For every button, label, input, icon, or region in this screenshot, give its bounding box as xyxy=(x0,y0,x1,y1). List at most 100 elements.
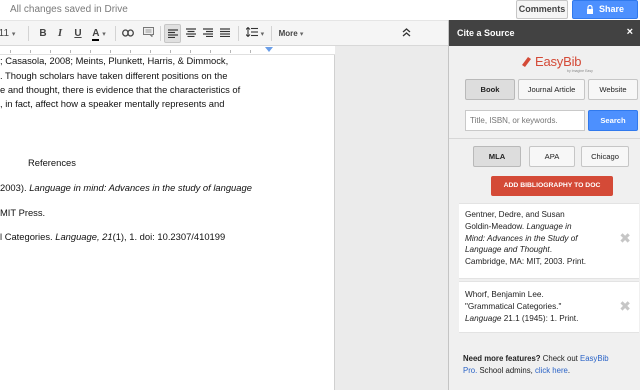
citation-details: 21.1 (1945): 1. Print. xyxy=(501,313,579,323)
citation-punct: . xyxy=(549,245,552,255)
document-page[interactable]: ; Casasola, 2008; Meints, Plunkett, Harr… xyxy=(0,55,335,390)
search-button[interactable]: Search xyxy=(588,110,638,131)
justify-button[interactable] xyxy=(216,24,233,43)
citation-item: Whorf, Benjamin Lee. "Grammatical Catego… xyxy=(459,281,639,333)
share-label: Share xyxy=(598,4,624,14)
ruler-tick xyxy=(210,50,211,53)
align-center-icon xyxy=(185,28,196,38)
more-label: More xyxy=(278,29,298,38)
citation-author: Goldin-Meadow. xyxy=(465,221,527,231)
ruler-tick xyxy=(10,50,11,53)
easybib-logo: EasyBib by Imagine Easy xyxy=(521,52,601,74)
citation-title: Language xyxy=(465,313,502,323)
ruler-tick xyxy=(90,50,91,53)
body-text-line: , in fact, affect how a speaker mentally… xyxy=(0,98,225,109)
panel-divider xyxy=(449,138,640,139)
citation-text: Whorf, Benjamin Lee. "Grammatical Catego… xyxy=(465,289,578,324)
panel-title: Cite a Source xyxy=(457,28,515,38)
references-heading: References xyxy=(28,157,76,168)
ruler-tick xyxy=(130,50,131,53)
citation-title: Language in xyxy=(526,221,572,231)
reference-title: Language in mind: Advances in the study … xyxy=(29,182,252,193)
source-tab-website[interactable]: Website xyxy=(588,79,638,100)
footer-text: Check out xyxy=(540,354,580,363)
citation-line: Gentner, Dedre, and Susan xyxy=(465,210,565,219)
footer-text: . xyxy=(567,366,571,375)
comments-button[interactable]: Comments xyxy=(516,0,568,19)
reference-entry: l Categories. Language, 21(1), 1. doi: 1… xyxy=(0,231,225,242)
style-tab-mla[interactable]: MLA xyxy=(473,146,521,167)
italic-button[interactable]: I xyxy=(53,24,67,43)
formatting-toolbar: 11 ▾ B I U A ▾ ▾ More ▾ xyxy=(0,20,448,46)
ruler-tick xyxy=(170,50,171,53)
bold-button[interactable]: B xyxy=(36,24,50,43)
double-chevron-up-icon xyxy=(402,28,410,37)
delete-citation-icon[interactable]: ✖ xyxy=(619,298,631,315)
line-spacing-icon xyxy=(245,26,258,38)
page-gutter xyxy=(336,46,448,390)
save-status: All changes saved in Drive xyxy=(10,4,128,15)
text-color-button[interactable]: A ▾ xyxy=(88,24,110,43)
line-spacing-button[interactable]: ▾ xyxy=(243,24,267,43)
citation-line: "Grammatical Categories." xyxy=(465,301,562,311)
delete-citation-icon[interactable]: ✖ xyxy=(619,230,631,247)
top-bar: All changes saved in Drive Comments Shar… xyxy=(0,0,640,20)
add-bibliography-button[interactable]: ADD BIBLIOGRAPHY TO DOC xyxy=(491,176,613,196)
reference-text: (1), 1. doi: 10.2307/410199 xyxy=(112,231,226,242)
logo-text: EasyBib xyxy=(535,54,582,69)
citation-line: Language 21.1 (1945): 1. Print. xyxy=(465,313,578,325)
search-input[interactable] xyxy=(465,110,585,131)
reference-text: 2003). xyxy=(0,182,30,193)
align-left-button[interactable] xyxy=(164,24,181,43)
citation-line: Cambridge, MA: MIT, 2003. Print. xyxy=(465,257,587,267)
align-right-icon xyxy=(202,28,213,38)
body-text-line: ; Casasola, 2008; Meints, Plunkett, Harr… xyxy=(0,55,229,66)
comment-icon xyxy=(142,27,154,38)
toolbar-divider xyxy=(115,26,116,41)
style-tab-apa[interactable]: APA xyxy=(529,146,575,167)
panel-footer: Need more features? Check out EasyBib Pro… xyxy=(463,353,633,377)
source-tab-book[interactable]: Book xyxy=(465,79,515,100)
panel-header: Cite a Source × xyxy=(449,20,640,46)
footer-bold-text: Need more features? xyxy=(463,354,541,363)
source-tab-journal-article[interactable]: Journal Article xyxy=(518,79,585,100)
ruler-tick xyxy=(70,50,71,53)
toolbar-divider xyxy=(28,26,29,41)
easybib-pro-link[interactable]: Pro. xyxy=(463,366,477,375)
ruler-tick xyxy=(230,50,231,53)
align-center-button[interactable] xyxy=(182,24,199,43)
text-color-icon: A xyxy=(92,28,100,41)
chevron-down-icon: ▾ xyxy=(260,31,265,38)
body-text-line: e and thought, there is evidence that th… xyxy=(0,84,241,95)
citation-item: Gentner, Dedre, and Susan Goldin-Meadow.… xyxy=(459,203,639,279)
share-button[interactable]: Share xyxy=(572,0,638,19)
school-admins-link[interactable]: click here xyxy=(535,366,568,375)
cite-source-panel: Cite a Source × EasyBib by Imagine Easy … xyxy=(448,20,640,390)
align-justify-icon xyxy=(219,28,230,38)
font-size-select[interactable]: 11 ▾ xyxy=(0,24,16,43)
citation-text: Gentner, Dedre, and Susan Goldin-Meadow.… xyxy=(465,209,586,268)
right-indent-marker[interactable] xyxy=(265,47,273,52)
ruler-tick xyxy=(250,50,251,53)
ruler-tick xyxy=(110,50,111,53)
insert-link-button[interactable] xyxy=(120,24,136,43)
close-icon[interactable]: × xyxy=(627,26,633,38)
citation-line: Mind: Advances in the Study of xyxy=(465,233,586,245)
toolbar-divider xyxy=(160,26,161,41)
underline-button[interactable]: U xyxy=(71,24,85,43)
pencil-icon xyxy=(522,57,531,67)
reference-title: Language, 21 xyxy=(55,231,113,242)
more-button[interactable]: More ▾ xyxy=(275,24,307,43)
ruler-tick xyxy=(190,50,191,53)
chevron-down-icon: ▾ xyxy=(102,31,106,38)
ruler[interactable] xyxy=(0,46,335,55)
collapse-toolbar-button[interactable] xyxy=(398,24,414,43)
toolbar-divider xyxy=(271,26,272,41)
insert-comment-button[interactable] xyxy=(140,24,156,43)
ruler-tick xyxy=(150,50,151,53)
easybib-pro-link[interactable]: EasyBib xyxy=(580,354,609,363)
style-tab-chicago[interactable]: Chicago xyxy=(581,146,629,167)
citation-line: Goldin-Meadow. Language in xyxy=(465,221,586,233)
align-right-button[interactable] xyxy=(199,24,216,43)
citation-line: Whorf, Benjamin Lee. xyxy=(465,290,544,299)
